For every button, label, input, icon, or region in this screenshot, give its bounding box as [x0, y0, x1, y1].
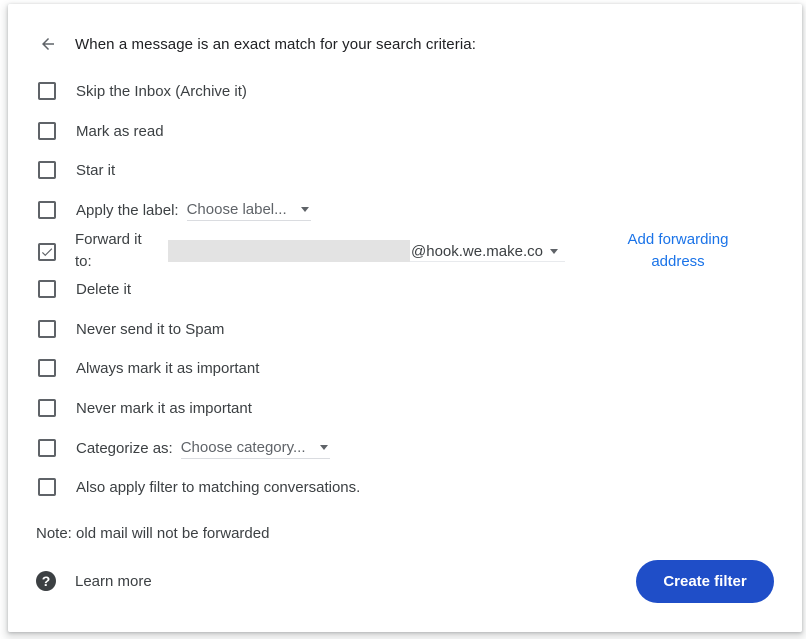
mark-as-read-label: Mark as read: [76, 122, 164, 140]
learn-more-link[interactable]: ? Learn more: [36, 569, 152, 593]
categorize-checkbox[interactable]: [38, 439, 56, 457]
forward-select-underline: [410, 261, 565, 262]
categorize-label: Categorize as:: [76, 439, 173, 457]
arrow-left-icon: [42, 38, 54, 50]
apply-label-label: Apply the label:: [76, 201, 179, 219]
back-button[interactable]: [36, 32, 60, 56]
option-categorize: Categorize as: Choose category...: [38, 436, 330, 460]
forward-address-domain: @hook.we.make.co: [411, 242, 543, 260]
choose-category-value: Choose category...: [180, 438, 306, 456]
never-important-checkbox[interactable]: [38, 399, 56, 417]
filter-actions-dialog: When a message is an exact match for you…: [8, 4, 802, 632]
forward-it-checkbox[interactable]: [38, 243, 56, 261]
add-forwarding-address-link[interactable]: Add forwarding address: [608, 229, 748, 273]
forward-it-label-line2: to:: [75, 253, 92, 270]
always-important-label: Always mark it as important: [76, 359, 260, 377]
apply-to-matching-label: Also apply filter to matching conversati…: [76, 478, 361, 496]
apply-label-checkbox[interactable]: [38, 201, 56, 219]
option-star-it: Star it: [38, 158, 115, 182]
create-filter-button[interactable]: Create filter: [636, 560, 774, 603]
learn-more-label: Learn more: [75, 572, 152, 590]
caret-down-icon: [300, 206, 309, 212]
never-spam-label: Never send it to Spam: [76, 320, 225, 338]
star-it-checkbox[interactable]: [38, 161, 56, 179]
option-skip-inbox: Skip the Inbox (Archive it): [38, 79, 247, 103]
option-never-important: Never mark it as important: [38, 396, 252, 420]
never-spam-checkbox[interactable]: [38, 320, 56, 338]
option-apply-label: Apply the label: Choose label...: [38, 198, 311, 222]
forward-it-label-line1: Forward it: [75, 231, 142, 248]
forward-address-select[interactable]: @hook.we.make.co: [168, 240, 563, 262]
option-apply-to-matching: Also apply filter to matching conversati…: [38, 475, 360, 499]
check-icon: [41, 248, 53, 257]
mark-as-read-checkbox[interactable]: [38, 122, 56, 140]
forwarding-note: Note: old mail will not be forwarded: [36, 525, 270, 542]
never-important-label: Never mark it as important: [76, 399, 252, 417]
skip-inbox-checkbox[interactable]: [38, 82, 56, 100]
add-forwarding-line2: address: [651, 253, 705, 270]
add-forwarding-line1: Add forwarding: [627, 231, 729, 248]
choose-label-select[interactable]: Choose label...: [186, 199, 311, 221]
caret-down-icon: [549, 248, 558, 254]
skip-inbox-label: Skip the Inbox (Archive it): [76, 82, 247, 100]
star-it-label: Star it: [76, 161, 116, 179]
redacted-address: [168, 240, 410, 262]
option-always-important: Always mark it as important: [38, 356, 259, 380]
choose-label-value: Choose label...: [186, 200, 287, 218]
always-important-checkbox[interactable]: [38, 359, 56, 377]
delete-it-label: Delete it: [76, 280, 132, 298]
option-mark-as-read: Mark as read: [38, 119, 164, 143]
delete-it-checkbox[interactable]: [38, 280, 56, 298]
option-delete-it: Delete it: [38, 277, 131, 301]
choose-category-select[interactable]: Choose category...: [180, 437, 330, 459]
option-never-spam: Never send it to Spam: [38, 317, 224, 341]
help-circle-icon: ?: [36, 571, 56, 591]
caret-down-icon: [319, 444, 328, 450]
forward-it-label: Forward it to:: [75, 229, 155, 273]
apply-to-matching-checkbox[interactable]: [38, 478, 56, 496]
dialog-header: When a message is an exact match for you…: [36, 32, 476, 56]
dialog-header-text: When a message is an exact match for you…: [75, 35, 476, 53]
